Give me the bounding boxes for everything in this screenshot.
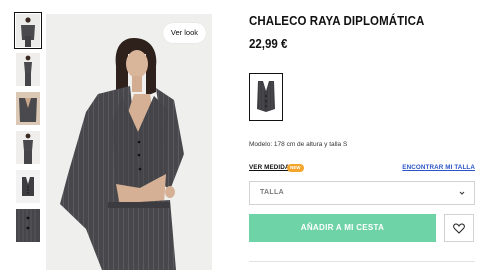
thumbnail-2[interactable] (16, 53, 40, 86)
add-to-cart-button[interactable]: AÑADIR A MI CESTA (249, 214, 436, 242)
main-product-image[interactable]: Ver look (46, 14, 212, 270)
thumbnail-4[interactable] (16, 131, 40, 164)
thumbnail-5[interactable] (16, 170, 40, 203)
product-price: 22,99 € (249, 37, 288, 51)
vest-thumbnail-icon (257, 81, 275, 112)
new-badge: NEW (287, 164, 304, 172)
section-divider (249, 261, 475, 262)
size-select-placeholder: TALLA (260, 189, 284, 196)
thumbnail-6[interactable] (16, 209, 40, 242)
size-select[interactable]: TALLA (249, 181, 475, 205)
encontrar-talla-link[interactable]: ENCONTRAR MI TALLA (402, 164, 475, 171)
model-photo (46, 14, 212, 270)
size-links-row: VER MEDIDAS NEW ENCONTRAR MI TALLA (249, 164, 475, 174)
ver-look-button[interactable]: Ver look (162, 23, 206, 43)
model-size-info: Modelo: 178 cm de altura y talla S (249, 141, 348, 148)
chevron-down-icon (459, 191, 465, 195)
thumbnail-1[interactable] (14, 12, 42, 49)
favorite-button[interactable] (444, 214, 474, 242)
product-title: CHALECO RAYA DIPLOMÁTICA (249, 14, 425, 28)
product-info-panel: CHALECO RAYA DIPLOMÁTICA 22,99 € Modelo:… (249, 14, 475, 262)
color-swatch-selected[interactable] (249, 73, 283, 121)
heart-icon (453, 223, 465, 234)
thumbnail-3[interactable] (16, 92, 40, 125)
